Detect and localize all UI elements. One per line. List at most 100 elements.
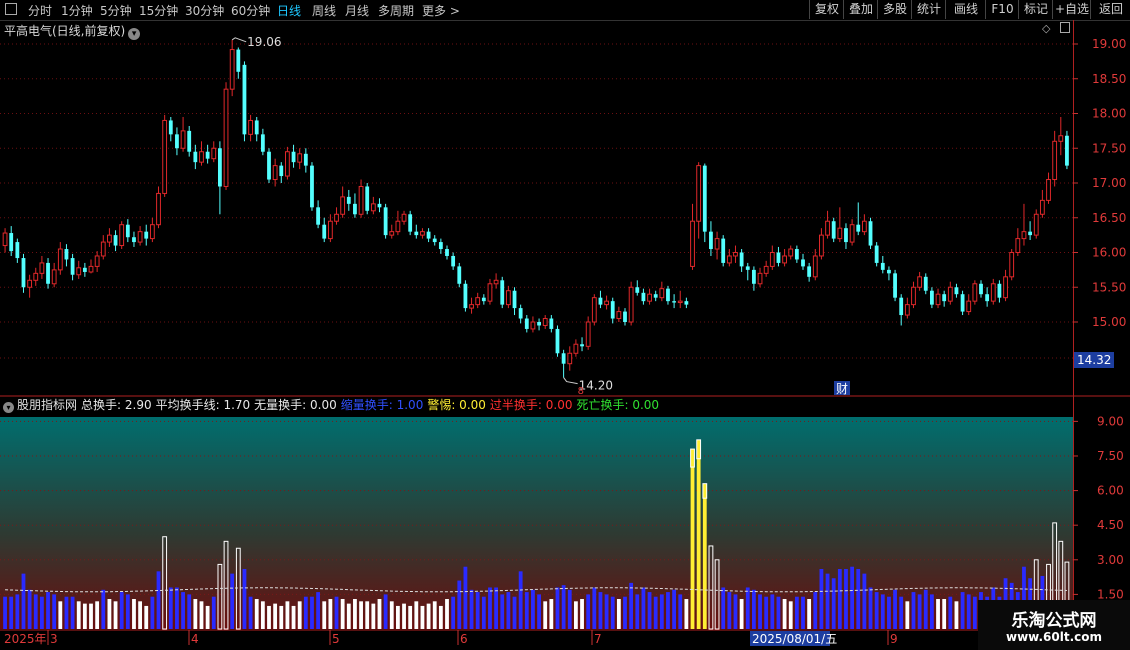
candle-39 [242,61,247,142]
candle-124 [763,260,769,277]
volume-bar-92 [567,589,572,629]
volume-bar-124 [764,596,769,629]
volume-bar-117 [721,587,726,629]
indicator-field-6: 死亡换手: 0.00 [576,398,660,412]
candle-body [46,262,50,284]
candle-110 [677,290,683,309]
candle-103 [635,280,640,296]
candle-body [1039,199,1045,215]
volume-bar-111 [684,599,689,629]
volume-bar-50 [310,596,314,629]
candle-body [389,231,395,236]
candle-158 [972,280,978,305]
candle-body [966,300,972,313]
candle-body [27,279,33,288]
candle-166 [1021,203,1027,246]
candle-body [297,153,303,163]
candle-body [1033,213,1039,236]
candle-156 [960,290,965,316]
volume-bar-5 [33,594,38,629]
candle-body [426,231,431,239]
candle-126 [776,246,781,267]
candle-100 [616,306,622,322]
volume-bar-4 [27,589,32,629]
candle-137 [844,223,848,250]
candle-119 [733,245,738,263]
candle-body [825,220,830,236]
candle-body [248,119,253,135]
volume-bar-7 [46,592,50,629]
volume-bar-107 [659,594,664,629]
candle-body [401,213,407,222]
candle-body [70,258,75,275]
candle-body [677,300,683,304]
candle-body [229,49,235,90]
candle-117 [721,235,726,267]
volume-bar-48 [297,601,302,629]
volume-bar-15 [95,601,100,629]
candle-body [481,297,486,302]
candle-97 [598,290,603,309]
price-label-2: 18.00 [1092,107,1126,121]
volume-bar-78 [481,596,486,629]
volume-bar-30 [187,594,192,629]
candle-40 [248,114,253,142]
candle-body [954,287,959,295]
volume-bar-54 [334,596,339,629]
volume-bar-112 [690,449,695,629]
candle-162 [997,280,1002,303]
volume-label-1: 7.50 [1097,449,1124,463]
candle-body [279,165,284,177]
candle-90 [555,325,560,357]
candle-body [205,151,210,159]
volume-bar-148 [911,592,916,629]
candle-body [327,220,333,240]
volume-bar-136 [837,569,842,629]
volume-bar-114 [702,483,707,629]
candle-171 [1052,130,1058,187]
candle-0 [2,228,8,253]
candle-body [714,238,720,250]
annotations: 19.0614.208 财 [231,35,850,397]
indicator-name[interactable]: 股朋指标网 [17,398,77,412]
candle-body [1058,135,1064,142]
candle-body [365,186,370,211]
candle-169 [1039,189,1045,218]
candle-98 [604,295,609,310]
cursor-date-label: 2025/08/01/五 [752,632,837,646]
candle-61 [377,198,382,213]
year-label: 2025年 [4,632,47,646]
candle-112 [690,203,695,270]
volume-bar-29 [181,592,185,629]
candle-body [874,245,879,263]
volume-bar-16 [101,589,106,629]
candle-body [353,203,357,215]
candle-102 [628,281,634,326]
volume-bar-90 [555,587,560,629]
candle-30 [187,126,192,157]
volume-bar-18 [113,601,118,629]
volume-bar-80 [494,587,499,629]
indicator-chevron-icon[interactable]: ▾ [3,402,14,413]
candle-body [628,286,634,323]
candle-80 [493,273,499,289]
candle-body [598,297,603,305]
volume-bar-86 [531,589,535,629]
candle-body [542,318,548,326]
candle-body [144,231,149,239]
volume-bar-113 [696,439,701,629]
volume-bar-14 [89,603,93,629]
candle-body [414,231,419,236]
candle-71 [438,238,443,254]
low-marker: 8 [578,386,584,397]
volume-bar-129 [794,596,799,629]
candle-141 [868,217,873,250]
candle-161 [990,278,996,305]
candle-body [15,242,20,259]
candle-body [285,151,290,177]
candle-44 [272,158,278,187]
candle-body [395,220,401,233]
price-label-7: 15.50 [1092,280,1126,294]
volume-bar-62 [383,594,388,629]
volume-bar-98 [604,594,609,629]
